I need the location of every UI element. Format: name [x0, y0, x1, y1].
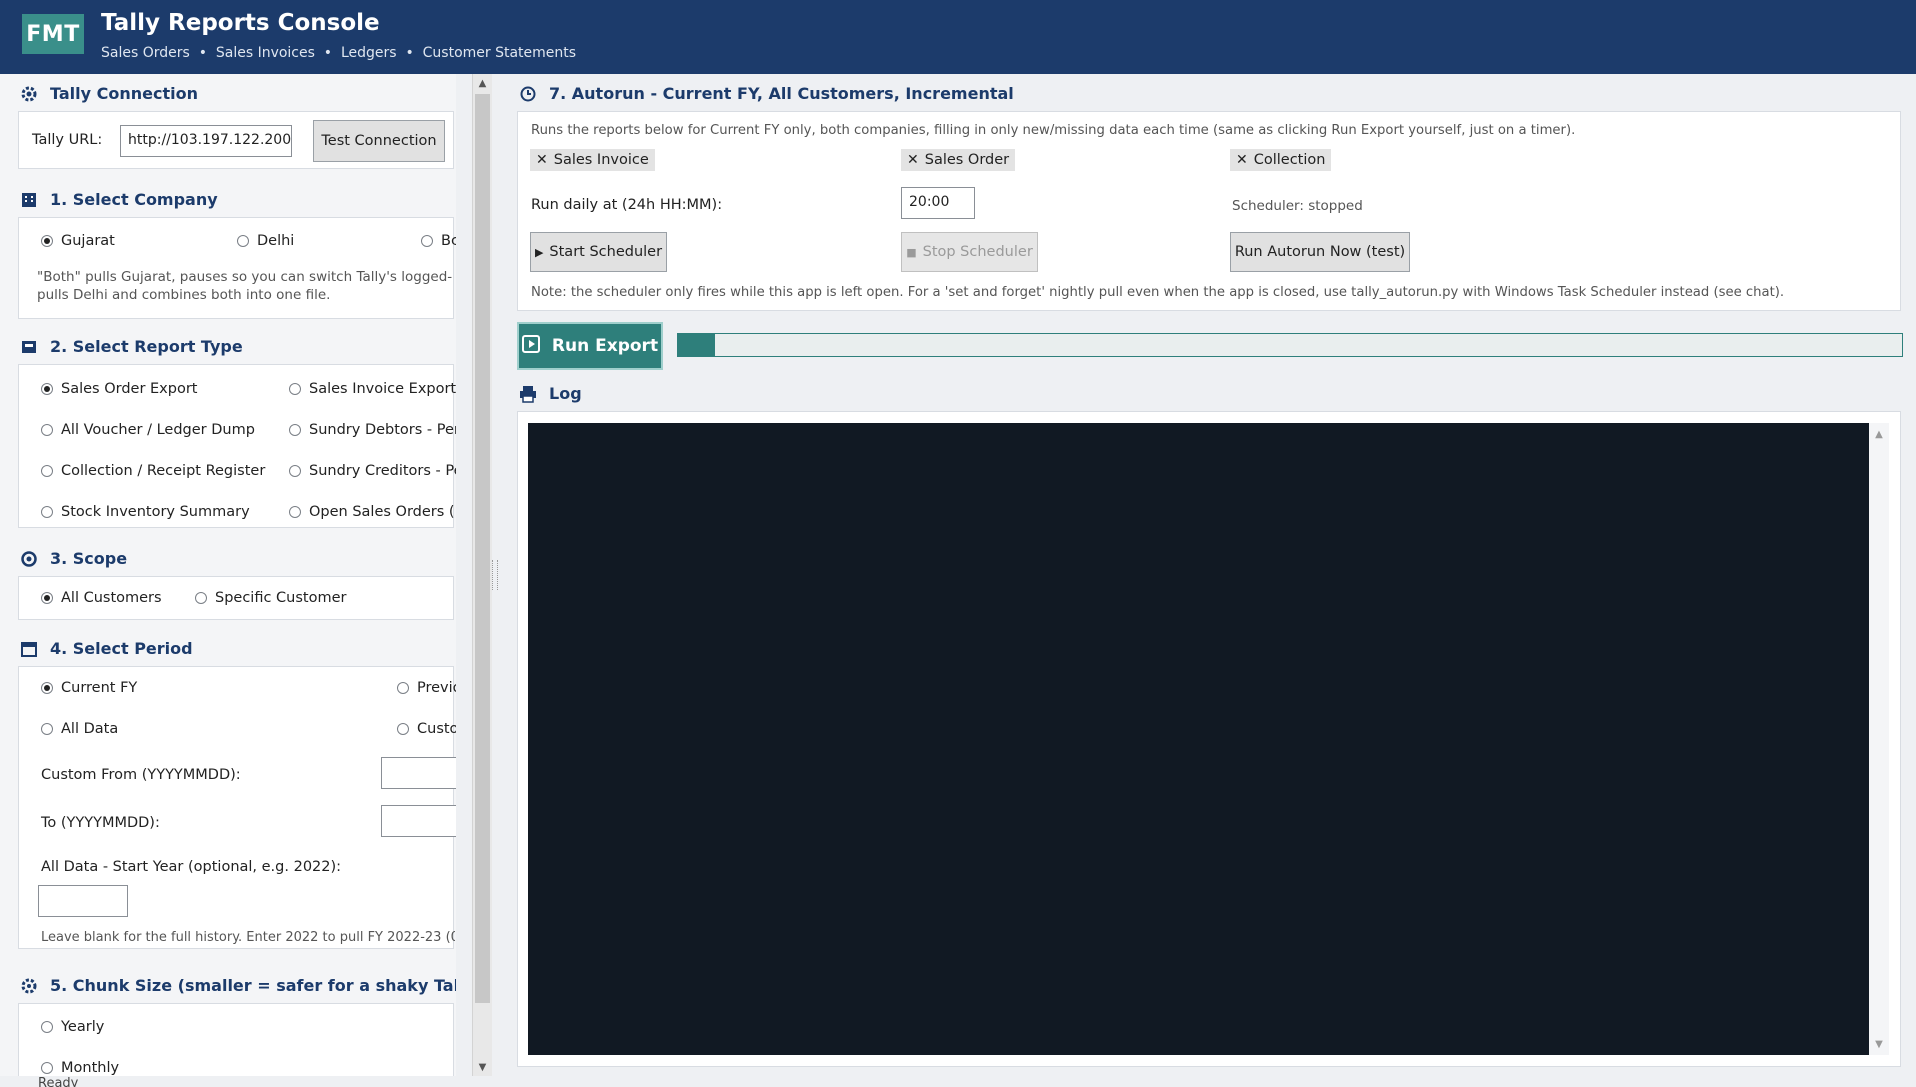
run-daily-label: Run daily at (24h HH:MM):: [531, 197, 723, 213]
scope-radio-specific-customer[interactable]: Specific Customer: [195, 590, 346, 606]
autorun-title: 7. Autorun - Current FY, All Customers, …: [549, 84, 1014, 103]
company-box: Gujarat Delhi Bc "Both" pulls Gujarat, p…: [18, 217, 456, 319]
autorun-box: Runs the reports below for Current FY on…: [517, 111, 1901, 311]
chunk-radio-yearly[interactable]: Yearly: [41, 1019, 104, 1035]
period-box: Current FY Previo All Data Custo Custom …: [18, 666, 456, 949]
start-year-label: All Data - Start Year (optional, e.g. 20…: [41, 859, 342, 875]
play-square-icon: [521, 334, 540, 358]
period-hint: Leave blank for the full history. Enter …: [41, 930, 455, 945]
scope-box: All Customers Specific Customer: [18, 576, 454, 620]
left-settings-pane: Tally Connection Tally URL: http://103.1…: [0, 74, 456, 1076]
company-radio-delhi[interactable]: Delhi: [237, 233, 294, 249]
period-title: 4. Select Period: [50, 639, 193, 658]
progress-fill: [678, 334, 715, 356]
report-radio-stock-inventory[interactable]: Stock Inventory Summary: [41, 504, 250, 520]
period-radio-previous[interactable]: Previo: [397, 680, 456, 696]
report-radio-voucher-ledger[interactable]: All Voucher / Ledger Dump: [41, 422, 255, 438]
start-year-input[interactable]: [38, 885, 128, 917]
app-logo: FMT: [22, 14, 84, 54]
splitter-grip[interactable]: [492, 560, 498, 590]
report-radio-open-sales-orders[interactable]: Open Sales Orders (Du: [289, 504, 456, 520]
report-icon: [20, 338, 38, 356]
connection-box: Tally URL: http://103.197.122.200:9 Test…: [18, 111, 454, 169]
chunk-section-title: 5. Chunk Size (smaller = safer for a sha…: [20, 976, 456, 995]
report-radio-sales-invoice[interactable]: Sales Invoice Export (D: [289, 381, 456, 397]
scroll-up-arrow-icon[interactable]: ▲: [473, 74, 492, 92]
checked-x-icon: ✕: [1236, 152, 1248, 168]
connection-title: Tally Connection: [50, 84, 198, 103]
checked-x-icon: ✕: [536, 152, 548, 168]
play-icon: ▶: [534, 245, 544, 259]
stop-icon: ■: [906, 245, 917, 259]
scope-title: 3. Scope: [50, 549, 128, 568]
period-radio-current-fy[interactable]: Current FY: [41, 680, 137, 696]
autorun-check-collection[interactable]: ✕ Collection: [1230, 149, 1332, 171]
report-radio-sundry-debtors[interactable]: Sundry Debtors - Pend: [289, 422, 456, 438]
report-radio-sales-order[interactable]: Sales Order Export: [41, 381, 197, 397]
log-scrollbar[interactable]: ▲ ▼: [1869, 423, 1889, 1055]
autorun-check-sales-order[interactable]: ✕ Sales Order: [901, 149, 1016, 171]
scrollbar-thumb[interactable]: [475, 94, 490, 1003]
building-icon: [20, 191, 38, 209]
company-section-title: 1. Select Company: [20, 190, 218, 209]
autorun-note: Note: the scheduler only fires while thi…: [531, 285, 1785, 300]
report-type-section-title: 2. Select Report Type: [20, 337, 243, 356]
chunk-title: 5. Chunk Size (smaller = safer for a sha…: [50, 976, 456, 995]
target-icon: [20, 550, 38, 568]
report-radio-sundry-creditors[interactable]: Sundry Creditors - Pen: [289, 463, 456, 479]
report-type-title: 2. Select Report Type: [50, 337, 243, 356]
chunk-radio-monthly[interactable]: Monthly: [41, 1060, 119, 1076]
clock-icon: [519, 85, 537, 103]
app-header: FMT Tally Reports Console Sales Orders •…: [0, 0, 1916, 74]
tally-url-label: Tally URL:: [32, 132, 103, 148]
start-scheduler-button[interactable]: ▶ Start Scheduler: [530, 232, 667, 272]
run-autorun-now-button[interactable]: Run Autorun Now (test): [1230, 232, 1410, 272]
export-progress-bar: [677, 333, 1903, 357]
calendar-icon: [20, 640, 38, 658]
scroll-down-arrow-icon[interactable]: ▼: [473, 1058, 492, 1076]
company-radio-both[interactable]: Bc: [421, 233, 456, 249]
chunk-box: Yearly Monthly: [18, 1003, 454, 1076]
status-bar-text: Ready: [38, 1076, 79, 1087]
gear-icon: [20, 85, 38, 103]
connection-section-title: Tally Connection: [20, 84, 198, 103]
tally-url-input[interactable]: http://103.197.122.200:9: [120, 125, 292, 157]
app-subtitle: Sales Orders • Sales Invoices • Ledgers …: [101, 45, 577, 61]
period-radio-all-data[interactable]: All Data: [41, 721, 118, 737]
test-connection-button[interactable]: Test Connection: [313, 120, 445, 162]
autorun-check-sales-invoice[interactable]: ✕ Sales Invoice: [530, 149, 655, 171]
autorun-description: Runs the reports below for Current FY on…: [531, 123, 1576, 138]
company-title: 1. Select Company: [50, 190, 218, 209]
log-scroll-down-icon[interactable]: ▼: [1869, 1035, 1889, 1053]
to-date-input[interactable]: [381, 805, 456, 837]
scope-radio-all-customers[interactable]: All Customers: [41, 590, 162, 606]
log-title: Log: [549, 384, 582, 403]
period-section-title: 4. Select Period: [20, 639, 193, 658]
cogs-icon: [20, 977, 38, 995]
app-title: Tally Reports Console: [101, 10, 380, 36]
period-radio-custom[interactable]: Custo: [397, 721, 456, 737]
log-section-title: Log: [519, 384, 582, 403]
left-pane-scrollbar[interactable]: ▲ ▼: [472, 74, 492, 1076]
printer-icon: [519, 385, 537, 403]
custom-from-input[interactable]: [381, 757, 456, 789]
stop-scheduler-button[interactable]: ■ Stop Scheduler: [901, 232, 1038, 272]
autorun-section-title: 7. Autorun - Current FY, All Customers, …: [519, 84, 1014, 103]
report-radio-collection[interactable]: Collection / Receipt Register: [41, 463, 265, 479]
log-scroll-up-icon[interactable]: ▲: [1869, 425, 1889, 443]
checked-x-icon: ✕: [907, 152, 919, 168]
run-export-button[interactable]: Run Export: [517, 322, 663, 370]
run-time-input[interactable]: 20:00: [901, 187, 975, 219]
scheduler-status: Scheduler: stopped: [1232, 198, 1363, 214]
report-type-box: Sales Order Export Sales Invoice Export …: [18, 364, 456, 528]
scope-section-title: 3. Scope: [20, 549, 127, 568]
company-radio-gujarat[interactable]: Gujarat: [41, 233, 115, 249]
log-output[interactable]: [528, 423, 1869, 1055]
custom-from-label: Custom From (YYYYMMDD):: [41, 767, 241, 783]
company-note: "Both" pulls Gujarat, pauses so you can …: [37, 269, 453, 303]
to-date-label: To (YYYYMMDD):: [41, 815, 160, 831]
